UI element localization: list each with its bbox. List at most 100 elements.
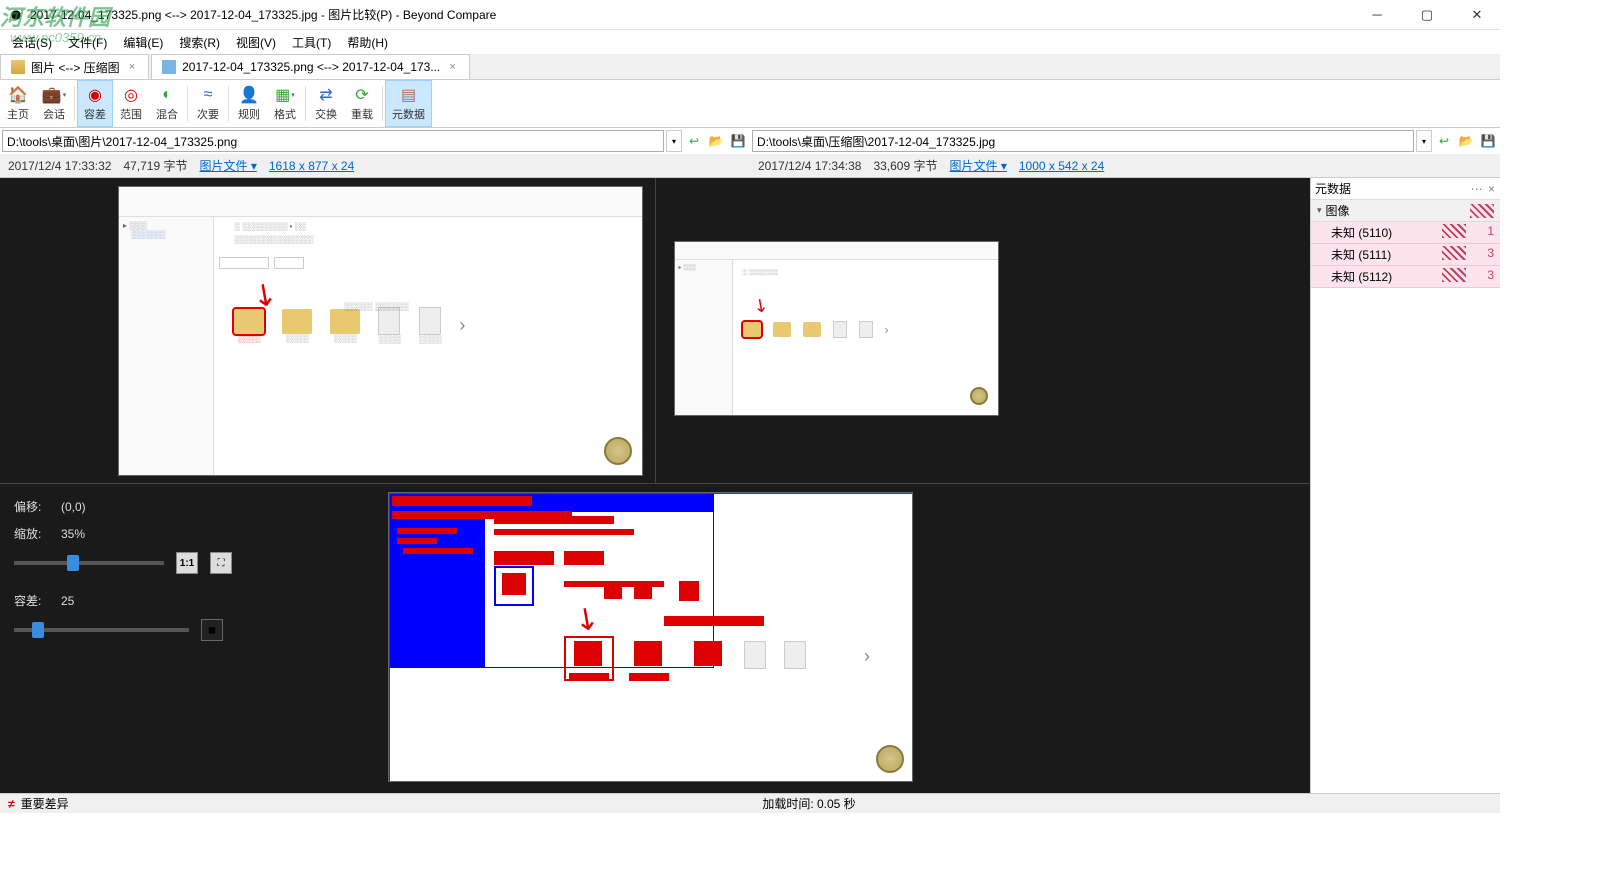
tab-close-icon[interactable]: × [446, 61, 458, 73]
menu-bar: 会话(S) 文件(F) 编辑(E) 搜索(R) 视图(V) 工具(T) 帮助(H… [0, 30, 1500, 54]
tolerance-mode-button[interactable]: ◼ [201, 619, 223, 641]
path-bars: ▾ ↩ 📂 💾 ▾ ↩ 📂 💾 [0, 128, 1500, 154]
range-button[interactable]: ◎范围 [113, 80, 149, 127]
maximize-button[interactable]: ▢ [1412, 5, 1442, 25]
rules-button[interactable]: 👤规则 [231, 80, 267, 127]
minor-button[interactable]: ≈次要 [190, 80, 226, 127]
image-compare-icon [162, 60, 176, 74]
minimize-button[interactable]: ─ [1362, 5, 1392, 25]
left-main: ▸ ░░░░░░░░░ ░ ░░░░░░░░ • ░░ ░░░░░░░░░░░░… [0, 178, 1310, 793]
info-bars: 2017/12/4 17:33:32 47,719 字节 图片文件 ▾ 1618… [0, 154, 1500, 178]
right-path-group: ▾ ↩ 📂 💾 [752, 130, 1498, 152]
metadata-button[interactable]: ▤元数据 [385, 80, 432, 127]
status-diff: 重要差异 [21, 795, 69, 812]
left-info: 2017/12/4 17:33:32 47,719 字节 图片文件 ▾ 1618… [0, 154, 750, 177]
tab-label: 2017-12-04_173325.png <--> 2017-12-04_17… [182, 60, 440, 74]
session-button[interactable]: 💼▾会话 [36, 80, 72, 127]
separator [74, 86, 75, 121]
reload-button[interactable]: ⟳重载 [344, 80, 380, 127]
window-title: 2017-12-04_173325.png <--> 2017-12-04_17… [30, 6, 1362, 23]
diff-image: ↘ › [388, 492, 913, 782]
toolbar: 🏠主页 💼▾会话 ◉容差 ◎范围 ◐混合 ≈次要 👤规则 ▦▾格式 ⇄交换 ⟳重… [0, 80, 1500, 128]
minor-icon: ≈ [198, 85, 218, 105]
metadata-row[interactable]: 未知 (5110)1 [1311, 222, 1500, 244]
left-path-input[interactable] [2, 130, 664, 152]
zoom-slider[interactable] [14, 561, 164, 565]
tab-session[interactable]: 图片 <--> 压缩图 × [0, 54, 149, 79]
tab-image-compare[interactable]: 2017-12-04_173325.png <--> 2017-12-04_17… [151, 54, 470, 79]
tolerance-value: 25 [61, 594, 74, 608]
left-filetype-link[interactable]: 图片文件 ▾ [199, 157, 256, 174]
diff-pane[interactable]: ↘ › [380, 484, 1310, 793]
menu-search[interactable]: 搜索(R) [171, 32, 228, 53]
status-load-time: 加载时间: 0.05 秒 [762, 795, 855, 812]
controls-row: 偏移: (0,0) 缩放: 35% 1:1 ⛶ 容差: 25 [0, 483, 1310, 793]
back-icon[interactable]: ↩ [1434, 131, 1454, 151]
zoom-actual-button[interactable]: 1:1 [176, 552, 198, 574]
image-panes: ▸ ░░░░░░░░░ ░ ░░░░░░░░ • ░░ ░░░░░░░░░░░░… [0, 178, 1310, 483]
right-size: 33,609 字节 [873, 157, 937, 174]
range-icon: ◎ [121, 85, 141, 105]
menu-file[interactable]: 文件(F) [60, 32, 115, 53]
app-icon [8, 7, 24, 23]
metadata-category[interactable]: 图像 [1311, 200, 1500, 222]
metadata-row[interactable]: 未知 (5112)3 [1311, 266, 1500, 288]
right-info: 2017/12/4 17:34:38 33,609 字节 图片文件 ▾ 1000… [750, 154, 1500, 177]
left-dims-link[interactable]: 1618 x 877 x 24 [269, 159, 354, 173]
open-folder-icon[interactable]: 📂 [706, 131, 726, 151]
right-path-dropdown[interactable]: ▾ [1416, 130, 1432, 152]
tab-bar: 图片 <--> 压缩图 × 2017-12-04_173325.png <-->… [0, 54, 1500, 80]
menu-view[interactable]: 视图(V) [228, 32, 284, 53]
separator [382, 86, 383, 121]
open-folder-icon[interactable]: 📂 [1456, 131, 1476, 151]
tab-close-icon[interactable]: × [126, 61, 138, 73]
metadata-row[interactable]: 未知 (5111)3 [1311, 244, 1500, 266]
format-button[interactable]: ▦▾格式 [267, 80, 303, 127]
tolerance-icon: ◉ [85, 85, 105, 105]
title-bar: 2017-12-04_173325.png <--> 2017-12-04_17… [0, 0, 1500, 30]
separator [187, 86, 188, 121]
tolerance-button[interactable]: ◉容差 [77, 80, 113, 127]
metadata-icon: ▤ [399, 85, 419, 105]
zoom-fit-button[interactable]: ⛶ [210, 552, 232, 574]
menu-edit[interactable]: 编辑(E) [115, 32, 171, 53]
home-button[interactable]: 🏠主页 [0, 80, 36, 127]
right-image-pane[interactable]: ▸ ░░░ ░ ░░░░░░░ ↘ › [655, 178, 1311, 483]
separator [228, 86, 229, 121]
blend-button[interactable]: ◐混合 [149, 80, 185, 127]
diff-icon: ≠ [8, 797, 15, 811]
right-path-input[interactable] [752, 130, 1414, 152]
right-filetype-link[interactable]: 图片文件 ▾ [949, 157, 1006, 174]
zoom-value: 35% [61, 527, 85, 541]
reload-icon: ⟳ [352, 85, 372, 105]
zoom-label: 缩放: [14, 525, 49, 542]
home-icon: 🏠 [8, 85, 28, 105]
tolerance-slider[interactable] [14, 628, 189, 632]
left-size: 47,719 字节 [123, 157, 187, 174]
separator [305, 86, 306, 121]
save-icon[interactable]: 💾 [728, 131, 748, 151]
back-icon[interactable]: ↩ [684, 131, 704, 151]
offset-label: 偏移: [14, 498, 49, 515]
right-image-preview: ▸ ░░░ ░ ░░░░░░░ ↘ › [674, 241, 999, 416]
close-button[interactable]: ✕ [1462, 5, 1492, 25]
format-icon: ▦▾ [275, 85, 295, 105]
left-image-pane[interactable]: ▸ ░░░░░░░░░ ░ ░░░░░░░░ • ░░ ░░░░░░░░░░░░… [0, 178, 655, 483]
save-icon[interactable]: 💾 [1478, 131, 1498, 151]
menu-tools[interactable]: 工具(T) [284, 32, 339, 53]
left-date: 2017/12/4 17:33:32 [8, 159, 111, 173]
swap-button[interactable]: ⇄交换 [308, 80, 344, 127]
right-date: 2017/12/4 17:34:38 [758, 159, 861, 173]
menu-session[interactable]: 会话(S) [4, 32, 60, 53]
left-path-dropdown[interactable]: ▾ [666, 130, 682, 152]
offset-value: (0,0) [61, 500, 86, 514]
swap-icon: ⇄ [316, 85, 336, 105]
controls-panel: 偏移: (0,0) 缩放: 35% 1:1 ⛶ 容差: 25 [0, 484, 380, 793]
rules-icon: 👤 [239, 85, 259, 105]
metadata-menu-icon[interactable]: ⋯ × [1471, 182, 1496, 196]
right-dims-link[interactable]: 1000 x 542 x 24 [1019, 159, 1104, 173]
briefcase-icon: 💼▾ [44, 85, 64, 105]
menu-help[interactable]: 帮助(H) [339, 32, 396, 53]
tab-label: 图片 <--> 压缩图 [31, 59, 120, 76]
folder-compare-icon [11, 60, 25, 74]
